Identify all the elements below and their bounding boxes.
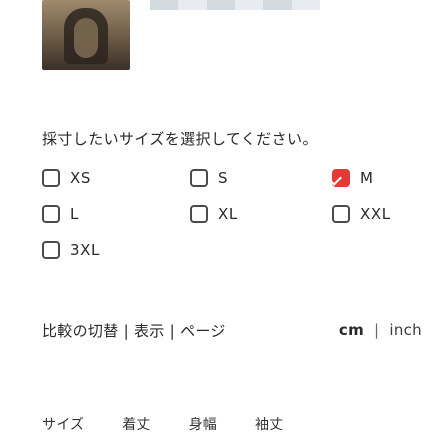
size-label: XL xyxy=(218,205,238,223)
size-option-m[interactable]: M xyxy=(332,166,374,190)
table-header-width: 身幅 xyxy=(188,417,217,433)
checkbox-checked[interactable] xyxy=(332,169,350,187)
size-label: L xyxy=(70,205,79,223)
unit-cm-option[interactable]: cm xyxy=(339,321,364,339)
size-option-xs[interactable]: XS xyxy=(42,166,91,190)
thumbnail-segment xyxy=(234,0,264,10)
table-header-size: サイズ xyxy=(42,417,85,433)
checkbox[interactable] xyxy=(42,241,60,259)
thumbnail-segment xyxy=(178,0,207,10)
size-label: XS xyxy=(70,169,91,187)
thumbnail-segment xyxy=(206,0,235,10)
thumbnail-segment xyxy=(291,0,320,10)
unit-inch-option[interactable]: inch xyxy=(389,321,422,339)
table-header-sleeve: 袖丈 xyxy=(255,417,284,433)
checkmark-icon xyxy=(335,172,347,184)
size-label: 3XL xyxy=(70,241,100,259)
product-image xyxy=(42,0,130,70)
size-label: M xyxy=(360,169,374,187)
checkbox[interactable] xyxy=(332,205,350,223)
thumbnail-strip xyxy=(150,0,320,10)
size-option-l[interactable]: L xyxy=(42,202,79,226)
size-options: XS S M L XL XXL 3XL xyxy=(42,166,422,286)
unit-toggle: cm | inch xyxy=(339,318,422,342)
table-header-length: 着丈 xyxy=(122,417,151,433)
unit-separator: | xyxy=(374,321,380,339)
thumbnail-segment xyxy=(150,0,179,10)
unit-row: 比較の切替 | 表示 | ページ cm | inch xyxy=(42,318,422,342)
checkbox[interactable] xyxy=(42,205,60,223)
size-instruction: 採寸したいサイズを選択してください。 xyxy=(42,130,318,148)
size-option-xxl[interactable]: XXL xyxy=(332,202,391,226)
size-option-xl[interactable]: XL xyxy=(190,202,238,226)
checkbox[interactable] xyxy=(190,169,208,187)
measurement-table-header: サイズ 着丈 身幅 袖丈 xyxy=(42,414,342,438)
size-option-s[interactable]: S xyxy=(190,166,228,190)
checkbox[interactable] xyxy=(190,205,208,223)
product-figure-highlight xyxy=(74,18,98,58)
size-label: XXL xyxy=(360,205,391,223)
size-option-3xl[interactable]: 3XL xyxy=(42,238,100,262)
thumbnail-segment xyxy=(263,0,292,10)
size-label: S xyxy=(218,169,229,187)
unit-title: 比較の切替 | 表示 | ページ xyxy=(42,322,226,340)
checkbox[interactable] xyxy=(42,169,60,187)
size-measurement-panel: 採寸したいサイズを選択してください。 XS S M L XL XXL 3XL 比… xyxy=(0,0,447,447)
